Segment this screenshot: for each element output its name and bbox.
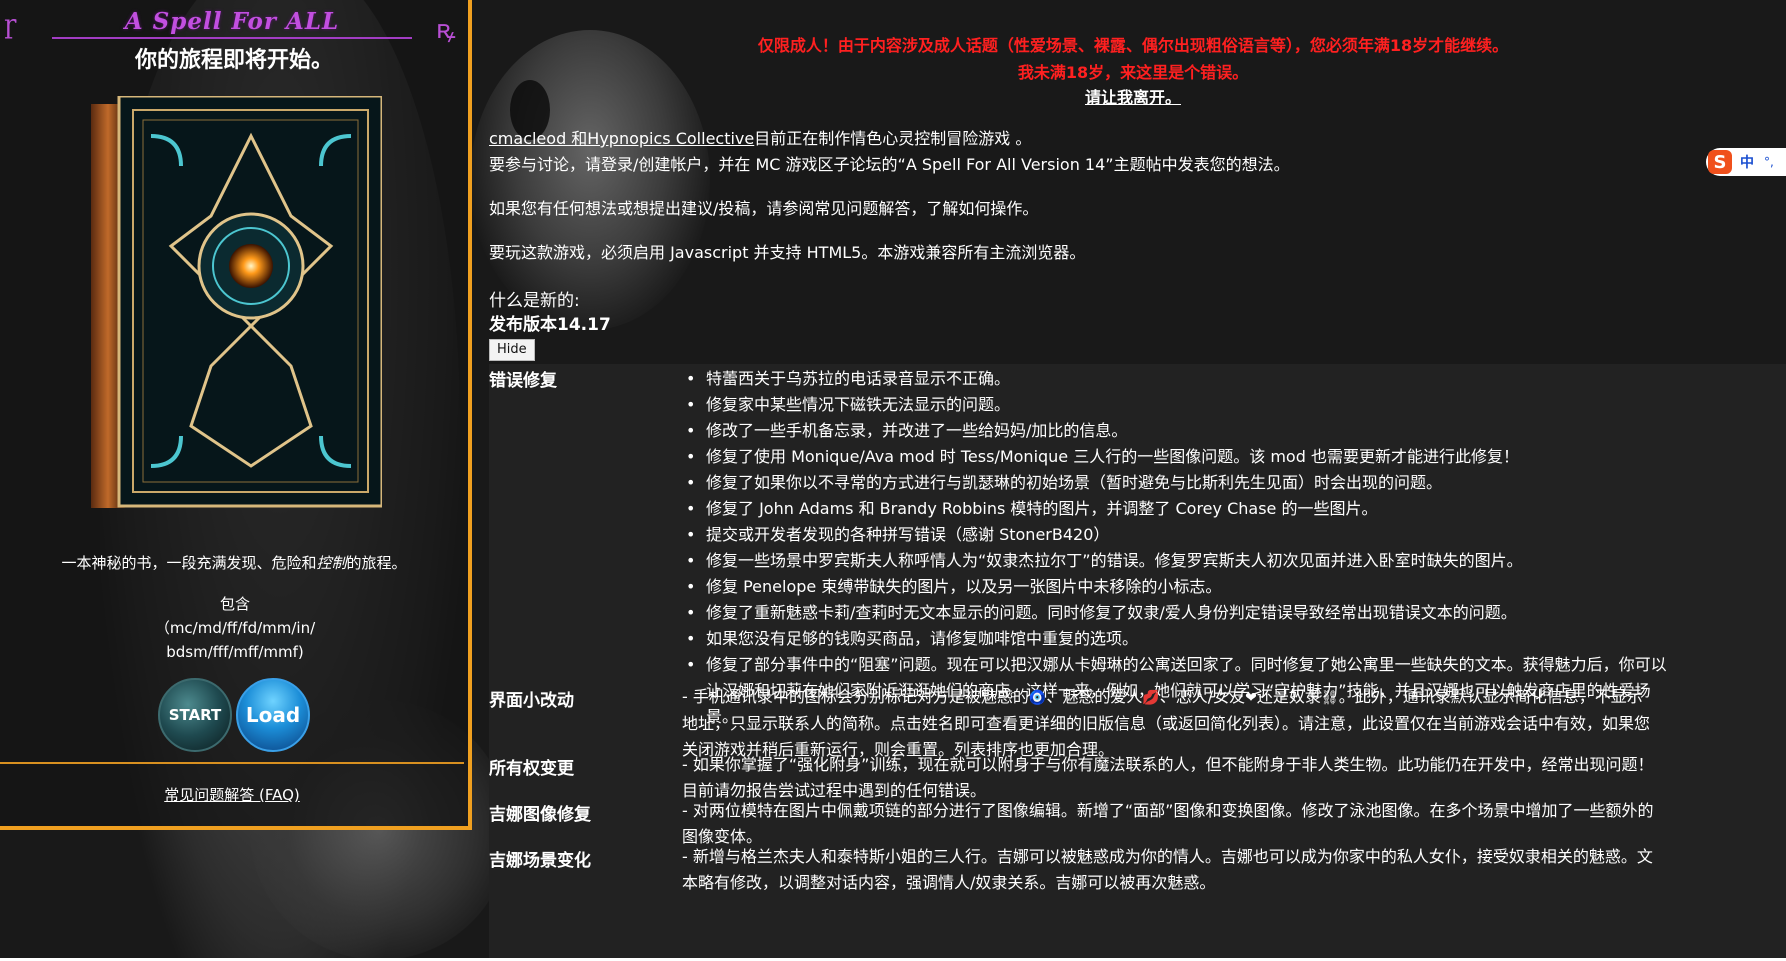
logo-flourish-left-icon: ɼ <box>4 10 17 40</box>
list-item: 修复 Penelope 束缚带缺失的图片，以及另一张图片中未移除的小标志。 <box>682 574 1782 600</box>
contains-label: 包含 <box>219 595 250 613</box>
sidebar-panel: ɼ A Spell For ALL ꝶ 你的旅程即将开始。 一本神秘的书，一段充… <box>0 0 472 830</box>
ownership-section-title: 所有权变更 <box>489 759 574 779</box>
list-item: 如果您没有足够的钱购买商品，请修复咖啡馆中重复的选项。 <box>682 626 1782 652</box>
list-item: 特蕾西关于乌苏拉的电话录音显示不正确。 <box>682 366 1782 392</box>
discussion-text: 要参与讨论，请登录/创建帐户，并在 MC 游戏区子论坛的“A Spell For… <box>489 155 1290 174</box>
load-button[interactable]: Load <box>236 678 310 752</box>
lips-icon: 💋 <box>1142 690 1160 706</box>
list-item: 修复一些场景中罗宾斯夫人称呼情人为“奴隶杰拉尔丁”的错误。修复罗宾斯夫人初次见面… <box>682 548 1782 574</box>
list-item: 修复了重新魅惑卡莉/查莉时无文本显示的问题。同时修复了奴隶/爱人身份判定错误导致… <box>682 600 1782 626</box>
intro-paragraph: cmacleod 和Hypnopics Collective目前正在制作情色心灵… <box>489 126 1290 178</box>
sidebar-divider <box>0 762 464 764</box>
author-description: 目前正在制作情色心灵控制冒险游戏 。 <box>754 129 1032 148</box>
list-item: 修复了 John Adams 和 Brandy Robbins 模特的图片，并调… <box>682 496 1782 522</box>
gina-scene-section-title: 吉娜场景变化 <box>489 851 591 871</box>
spellbook-cover-image <box>91 96 382 508</box>
author-link[interactable]: cmacleod 和Hypnopics Collective <box>489 129 754 148</box>
logo-title: A Spell For ALL <box>124 8 340 35</box>
list-item: 修复家中某些情况下磁铁无法显示的问题。 <box>682 392 1782 418</box>
hide-button[interactable]: Hide <box>489 339 535 361</box>
gina-image-section-title: 吉娜图像修复 <box>489 805 591 825</box>
logo-underline <box>52 37 412 39</box>
whats-new-label: 什么是新的: <box>489 291 580 311</box>
chain-icon: ⛓ <box>1320 690 1339 706</box>
logo-banner: ɼ A Spell For ALL ꝶ <box>0 6 468 45</box>
journey-heading: 你的旅程即将开始。 <box>134 48 333 73</box>
charmed-icon: 🧿 <box>1028 690 1047 706</box>
list-item: 修改了一些手机备忘录，并改进了一些给妈妈/加比的信息。 <box>682 418 1782 444</box>
faq-link[interactable]: 常见问题解答 (FAQ) <box>0 784 464 805</box>
list-item: 修复了如果你以不寻常的方式进行与凯瑟琳的初始场景（暂时避免与比斯利先生见面）时会… <box>682 470 1782 496</box>
sogou-logo-icon: S <box>1708 150 1732 174</box>
ime-toolbar[interactable]: S 中 °, <box>1706 148 1786 176</box>
requirements-text: 要玩这款游戏，必须启用 Javascript 并支持 HTML5。本游戏兼容所有… <box>489 243 1086 262</box>
logo-flourish-right-icon: ꝶ <box>436 15 456 45</box>
gina-image-section-text: - 对两位模特在图片中佩戴项链的部分进行了图像编辑。新增了“面部”图像和变换图像… <box>682 801 1654 846</box>
ime-punct-toggle[interactable]: °, <box>1764 155 1774 169</box>
heart-icon: ❤ <box>1245 690 1257 706</box>
gina-scene-section-text: - 新增与格兰杰夫人和泰特斯小姐的三人行。吉娜可以被魅惑成为你的情人。吉娜也可以… <box>682 847 1653 892</box>
bugfix-section-title: 错误修复 <box>489 371 557 391</box>
list-item: 提交或开发者发现的各种拼写错误（感谢 StonerB420） <box>682 522 1782 548</box>
suggestion-text: 如果您有任何想法或想提出建议/投稿，请参阅常见问题解答，了解如何操作。 <box>489 199 1039 218</box>
start-button[interactable]: START <box>158 678 232 752</box>
contains-tags-line1: （mc/md/ff/fd/mm/in/ <box>154 619 316 637</box>
ui-section-title: 界面小改动 <box>489 691 574 711</box>
adult-warning-line1: 仅限成人！由于内容涉及成人话题（性爱场景、裸露、偶尔出现粗俗语言等），您必须年满… <box>757 36 1509 55</box>
list-item: 修复了使用 Monique/Ava mod 时 Tess/Monique 三人行… <box>682 444 1782 470</box>
bugfix-long-line1: 修复了部分事件中的“阻塞”问题。现在可以把汉娜从卡姆琳的公寓送回家了。同时修复了… <box>706 655 1667 674</box>
content-tags: 包含 （mc/md/ff/fd/mm/in/ bdsm/fff/mff/mmf) <box>95 592 375 664</box>
ime-mode-toggle[interactable]: 中 <box>1740 152 1754 172</box>
release-version: 发布版本14.17 <box>489 315 611 335</box>
leave-link[interactable]: 请让我离开。 <box>480 84 1786 108</box>
bugfix-list: 特蕾西关于乌苏拉的电话录音显示不正确。 修复家中某些情况下磁铁无法显示的问题。 … <box>682 366 1782 730</box>
tagline-emphasis: 控制 <box>316 554 347 572</box>
changelog-table: 错误修复 特蕾西关于乌苏拉的电话录音显示不正确。 修复家中某些情况下磁铁无法显示… <box>489 364 1786 958</box>
contains-tags-line2: bdsm/fff/mff/mmf) <box>166 643 304 661</box>
ownership-section-text: - 如果你掌握了“强化附身”训练，现在就可以附身于与你有魔法联系的人，但不能附身… <box>682 755 1654 800</box>
book-tagline: 一本神秘的书，一段充满发现、危险和控制的旅程。 <box>61 554 407 572</box>
adult-warning: 仅限成人！由于内容涉及成人话题（性爱场景、裸露、偶尔出现粗俗语言等），您必须年满… <box>480 32 1786 86</box>
adult-warning-line2: 我未满18岁，来这里是个错误。 <box>1017 63 1249 82</box>
